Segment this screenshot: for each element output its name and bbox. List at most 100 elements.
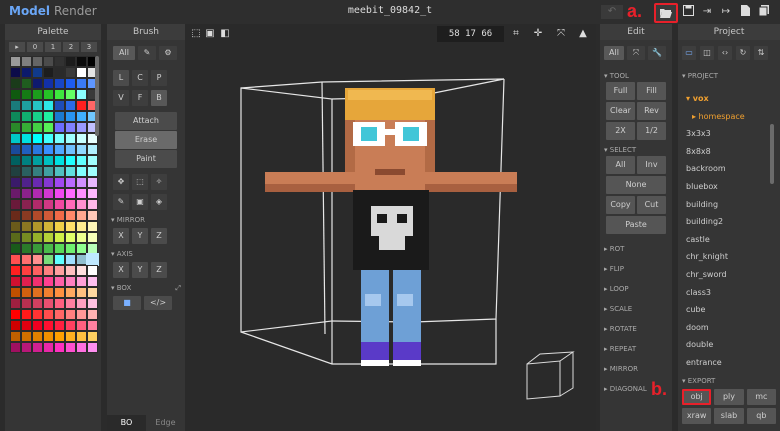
palette-swatch[interactable] (87, 144, 98, 155)
erase-button[interactable]: Erase (115, 131, 177, 149)
palette-swatch[interactable] (65, 166, 76, 177)
palette-swatch[interactable] (65, 298, 76, 309)
palette-swatch[interactable] (54, 287, 65, 298)
palette-swatch[interactable] (65, 265, 76, 276)
palette-swatch[interactable] (32, 276, 43, 287)
palette-swatch[interactable] (32, 100, 43, 111)
palette-swatch[interactable] (43, 166, 54, 177)
axis-y-button[interactable]: Y (132, 262, 148, 278)
brush-mode-f[interactable]: F (132, 90, 148, 106)
palette-swatch[interactable] (76, 166, 87, 177)
palette-swatch[interactable] (87, 232, 98, 243)
palette-swatch[interactable] (87, 265, 98, 276)
fold-rotate[interactable]: ▸ ROTATE (600, 318, 672, 338)
palette-swatch[interactable] (21, 309, 32, 320)
paste-button[interactable]: Paste (606, 216, 666, 234)
palette-swatch[interactable] (21, 133, 32, 144)
select-all-button[interactable]: All (606, 156, 635, 174)
palette-swatch[interactable] (32, 320, 43, 331)
palette-swatch[interactable] (21, 144, 32, 155)
palette-swatch[interactable] (21, 265, 32, 276)
project-list-item[interactable]: class3 (682, 284, 768, 302)
palette-swatch[interactable] (76, 243, 87, 254)
paint-button[interactable]: Paint (115, 150, 177, 168)
palette-swatch[interactable] (54, 331, 65, 342)
palette-swatch[interactable] (43, 67, 54, 78)
palette-swatch[interactable] (76, 331, 87, 342)
palette-swatch[interactable] (32, 89, 43, 100)
palette-swatch[interactable] (21, 78, 32, 89)
palette-swatch[interactable] (21, 221, 32, 232)
palette-swatch[interactable] (10, 67, 21, 78)
export-mc-button[interactable]: mc (746, 389, 776, 405)
palette-swatch[interactable] (65, 188, 76, 199)
project-scrollbar[interactable] (770, 124, 774, 184)
palette-swatch[interactable] (32, 133, 43, 144)
project-list-item[interactable]: building2 (682, 213, 768, 231)
palette-swatch[interactable] (65, 144, 76, 155)
palette-swatch[interactable] (43, 188, 54, 199)
palette-swatch[interactable] (65, 56, 76, 67)
palette-swatch[interactable] (54, 133, 65, 144)
eraser-icon[interactable]: ◈ (151, 194, 167, 210)
palette-swatch[interactable] (10, 133, 21, 144)
palette-swatch[interactable] (54, 144, 65, 155)
palette-swatch[interactable] (54, 56, 65, 67)
palette-swatch[interactable] (32, 265, 43, 276)
palette-swatch[interactable] (65, 89, 76, 100)
palette-swatch[interactable] (10, 309, 21, 320)
palette-swatch[interactable] (54, 177, 65, 188)
document-icon[interactable] (738, 5, 752, 19)
palette-swatch[interactable] (21, 254, 32, 265)
palette-swatch[interactable] (43, 243, 54, 254)
palette-swatch[interactable] (54, 155, 65, 166)
palette-swatch[interactable] (87, 320, 98, 331)
palette-swatch[interactable] (10, 166, 21, 177)
pencil-icon[interactable]: ✎ (138, 46, 156, 60)
palette-swatch[interactable] (10, 122, 21, 133)
palette-swatch[interactable] (76, 221, 87, 232)
palette-swatch[interactable] (43, 331, 54, 342)
palette-swatch[interactable] (54, 276, 65, 287)
palette-swatch[interactable] (65, 67, 76, 78)
palette-swatch[interactable] (54, 265, 65, 276)
refresh-icon[interactable]: ↻ (736, 46, 750, 60)
palette-swatch[interactable] (43, 111, 54, 122)
palette-swatch[interactable] (54, 210, 65, 221)
palette-swatch[interactable] (54, 111, 65, 122)
tab-edge[interactable]: Edge (146, 415, 185, 431)
palette-swatch[interactable] (10, 298, 21, 309)
palette-swatch[interactable] (10, 232, 21, 243)
palette-swatch[interactable] (65, 276, 76, 287)
palette-swatch[interactable] (65, 199, 76, 210)
palette-swatch[interactable] (54, 199, 65, 210)
palette-swatch[interactable] (54, 221, 65, 232)
palette-swatch[interactable] (21, 210, 32, 221)
palette-swatch[interactable] (54, 309, 65, 320)
palette-swatch[interactable] (43, 265, 54, 276)
palette-swatch[interactable] (21, 287, 32, 298)
palette-swatch[interactable] (76, 298, 87, 309)
project-list-item[interactable]: 3x3x3 (682, 125, 768, 143)
palette-swatch[interactable] (76, 67, 87, 78)
palette-swatch[interactable] (65, 111, 76, 122)
palette-swatch[interactable] (10, 78, 21, 89)
expand-icon[interactable]: ⤢ (175, 284, 181, 293)
project-list-item[interactable]: chr_knight (682, 248, 768, 266)
select-none-button[interactable]: None (606, 176, 666, 194)
palette-swatch[interactable] (65, 254, 76, 265)
palette-swatch[interactable] (21, 199, 32, 210)
brush-all-button[interactable]: All (113, 46, 135, 60)
palette-swatch[interactable] (76, 320, 87, 331)
palette-swatch[interactable] (32, 243, 43, 254)
open-folder-icon[interactable] (654, 3, 678, 23)
palette-swatch[interactable] (86, 253, 99, 266)
fill-button[interactable]: Fill (637, 82, 666, 100)
palette-swatch[interactable] (21, 298, 32, 309)
palette-swatch[interactable] (76, 254, 87, 265)
palette-tab-1[interactable]: 1 (45, 42, 61, 52)
palette-swatch[interactable] (43, 298, 54, 309)
undo-icon[interactable]: ↶ (601, 5, 623, 19)
palette-swatch[interactable] (43, 89, 54, 100)
palette-swatch[interactable] (87, 276, 98, 287)
